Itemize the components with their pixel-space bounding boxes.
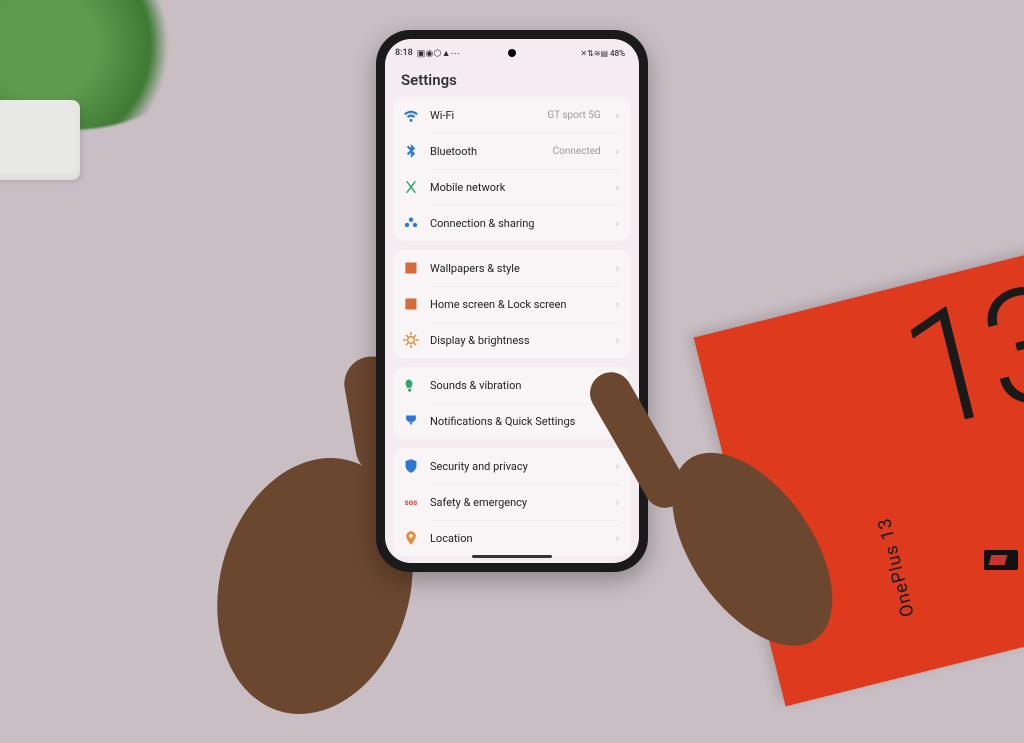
chevron-right-icon: › [616, 109, 619, 122]
settings-item-bluetooth[interactable]: Bluetooth Connected › [393, 133, 631, 169]
camera-punch-hole [508, 49, 516, 57]
settings-item-wi-fi[interactable]: Wi-Fi GT sport 5G › [393, 97, 631, 133]
settings-list[interactable]: Wi-FiGT sport 5G›BluetoothConnected›Mobi… [385, 97, 639, 556]
settings-item-value: Connected [553, 146, 601, 157]
settings-item-label: Bluetooth [430, 145, 542, 158]
settings-item-security-and-privacy[interactable]: Security and privacy › [393, 448, 631, 484]
chevron-right-icon: › [616, 532, 619, 545]
chevron-right-icon: › [616, 217, 619, 230]
settings-item-display-brightness[interactable]: Display & brightness › [393, 322, 631, 358]
settings-item-label: Display & brightness [430, 334, 601, 347]
chevron-right-icon: › [616, 145, 619, 158]
settings-item-label: Security and privacy [430, 460, 601, 473]
chevron-right-icon: › [616, 334, 619, 347]
settings-group: Security and privacy › sos Safety & emergen… [393, 448, 631, 556]
sos-icon: sos [403, 494, 419, 510]
product-box: 13 OnePlus 13 [694, 246, 1024, 707]
settings-item-label: Wallpapers & style [430, 262, 601, 275]
settings-group: Sounds & vibration›Notifications & Quick… [393, 367, 631, 439]
security-icon [403, 458, 419, 474]
status-time: 8:18 [395, 48, 413, 58]
settings-item-label: Safety & emergency [430, 496, 601, 509]
settings-item-wallpapers-style[interactable]: Wallpapers & style › [393, 250, 631, 286]
mobile-network-icon [403, 179, 419, 195]
page-title: Settings [385, 67, 639, 97]
phone-device: 8:18 ▣ ◉ ⬡ ▲ ⋯ ✕ ⇅ ≋ ▤ 48% Settings Wi-F… [376, 30, 648, 572]
chevron-right-icon: › [616, 298, 619, 311]
settings-item-label: Notifications & Quick Settings [430, 415, 601, 428]
chevron-right-icon: › [616, 181, 619, 194]
wifi-icon [403, 107, 419, 123]
brightness-icon [403, 332, 419, 348]
settings-item-label: Connection & sharing [430, 217, 601, 230]
connection-sharing-icon [403, 215, 419, 231]
sound-icon [403, 377, 419, 393]
box-number: 13 [892, 274, 1024, 445]
chevron-right-icon: › [616, 262, 619, 275]
settings-item-safety-emergency[interactable]: sos Safety & emergency › [393, 484, 631, 520]
settings-item-label: Sounds & vibration [430, 379, 601, 392]
status-battery: 48% [610, 49, 625, 58]
chevron-right-icon: › [616, 415, 619, 428]
chevron-right-icon: › [616, 460, 619, 473]
status-icons-right: ✕ ⇅ ≋ ▤ [580, 49, 607, 58]
settings-group: Wallpapers & style›Home screen & Lock sc… [393, 250, 631, 358]
settings-item-label: Home screen & Lock screen [430, 298, 601, 311]
box-brand: OnePlus 13 [874, 515, 919, 619]
notification-icon [403, 413, 419, 429]
status-icons-left: ▣ ◉ ⬡ ▲ ⋯ [417, 48, 459, 59]
settings-item-location[interactable]: Location › [393, 520, 631, 556]
phone-screen: 8:18 ▣ ◉ ⬡ ▲ ⋯ ✕ ⇅ ≋ ▤ 48% Settings Wi-F… [385, 39, 639, 563]
bluetooth-icon [403, 143, 419, 159]
settings-item-value: GT sport 5G [547, 110, 600, 121]
chevron-right-icon: › [616, 496, 619, 509]
settings-item-notifications-quick-settings[interactable]: Notifications & Quick Settings › [393, 403, 631, 439]
settings-item-label: Mobile network [430, 181, 601, 194]
chevron-right-icon: › [616, 379, 619, 392]
settings-item-connection-sharing[interactable]: Connection & sharing › [393, 205, 631, 241]
plant-decoration [0, 0, 220, 180]
wallpaper-icon [403, 260, 419, 276]
home-screen-icon [403, 296, 419, 312]
settings-group: Wi-FiGT sport 5G›BluetoothConnected›Mobi… [393, 97, 631, 241]
settings-item-label: Wi-Fi [430, 109, 536, 122]
settings-item-sounds-vibration[interactable]: Sounds & vibration › [393, 367, 631, 403]
settings-item-label: Location [430, 532, 601, 545]
location-icon [403, 530, 419, 546]
home-indicator[interactable] [472, 555, 552, 558]
settings-item-home-screen-lock-screen[interactable]: Home screen & Lock screen › [393, 286, 631, 322]
watermark-badge [984, 550, 1018, 570]
settings-item-mobile-network[interactable]: Mobile network › [393, 169, 631, 205]
